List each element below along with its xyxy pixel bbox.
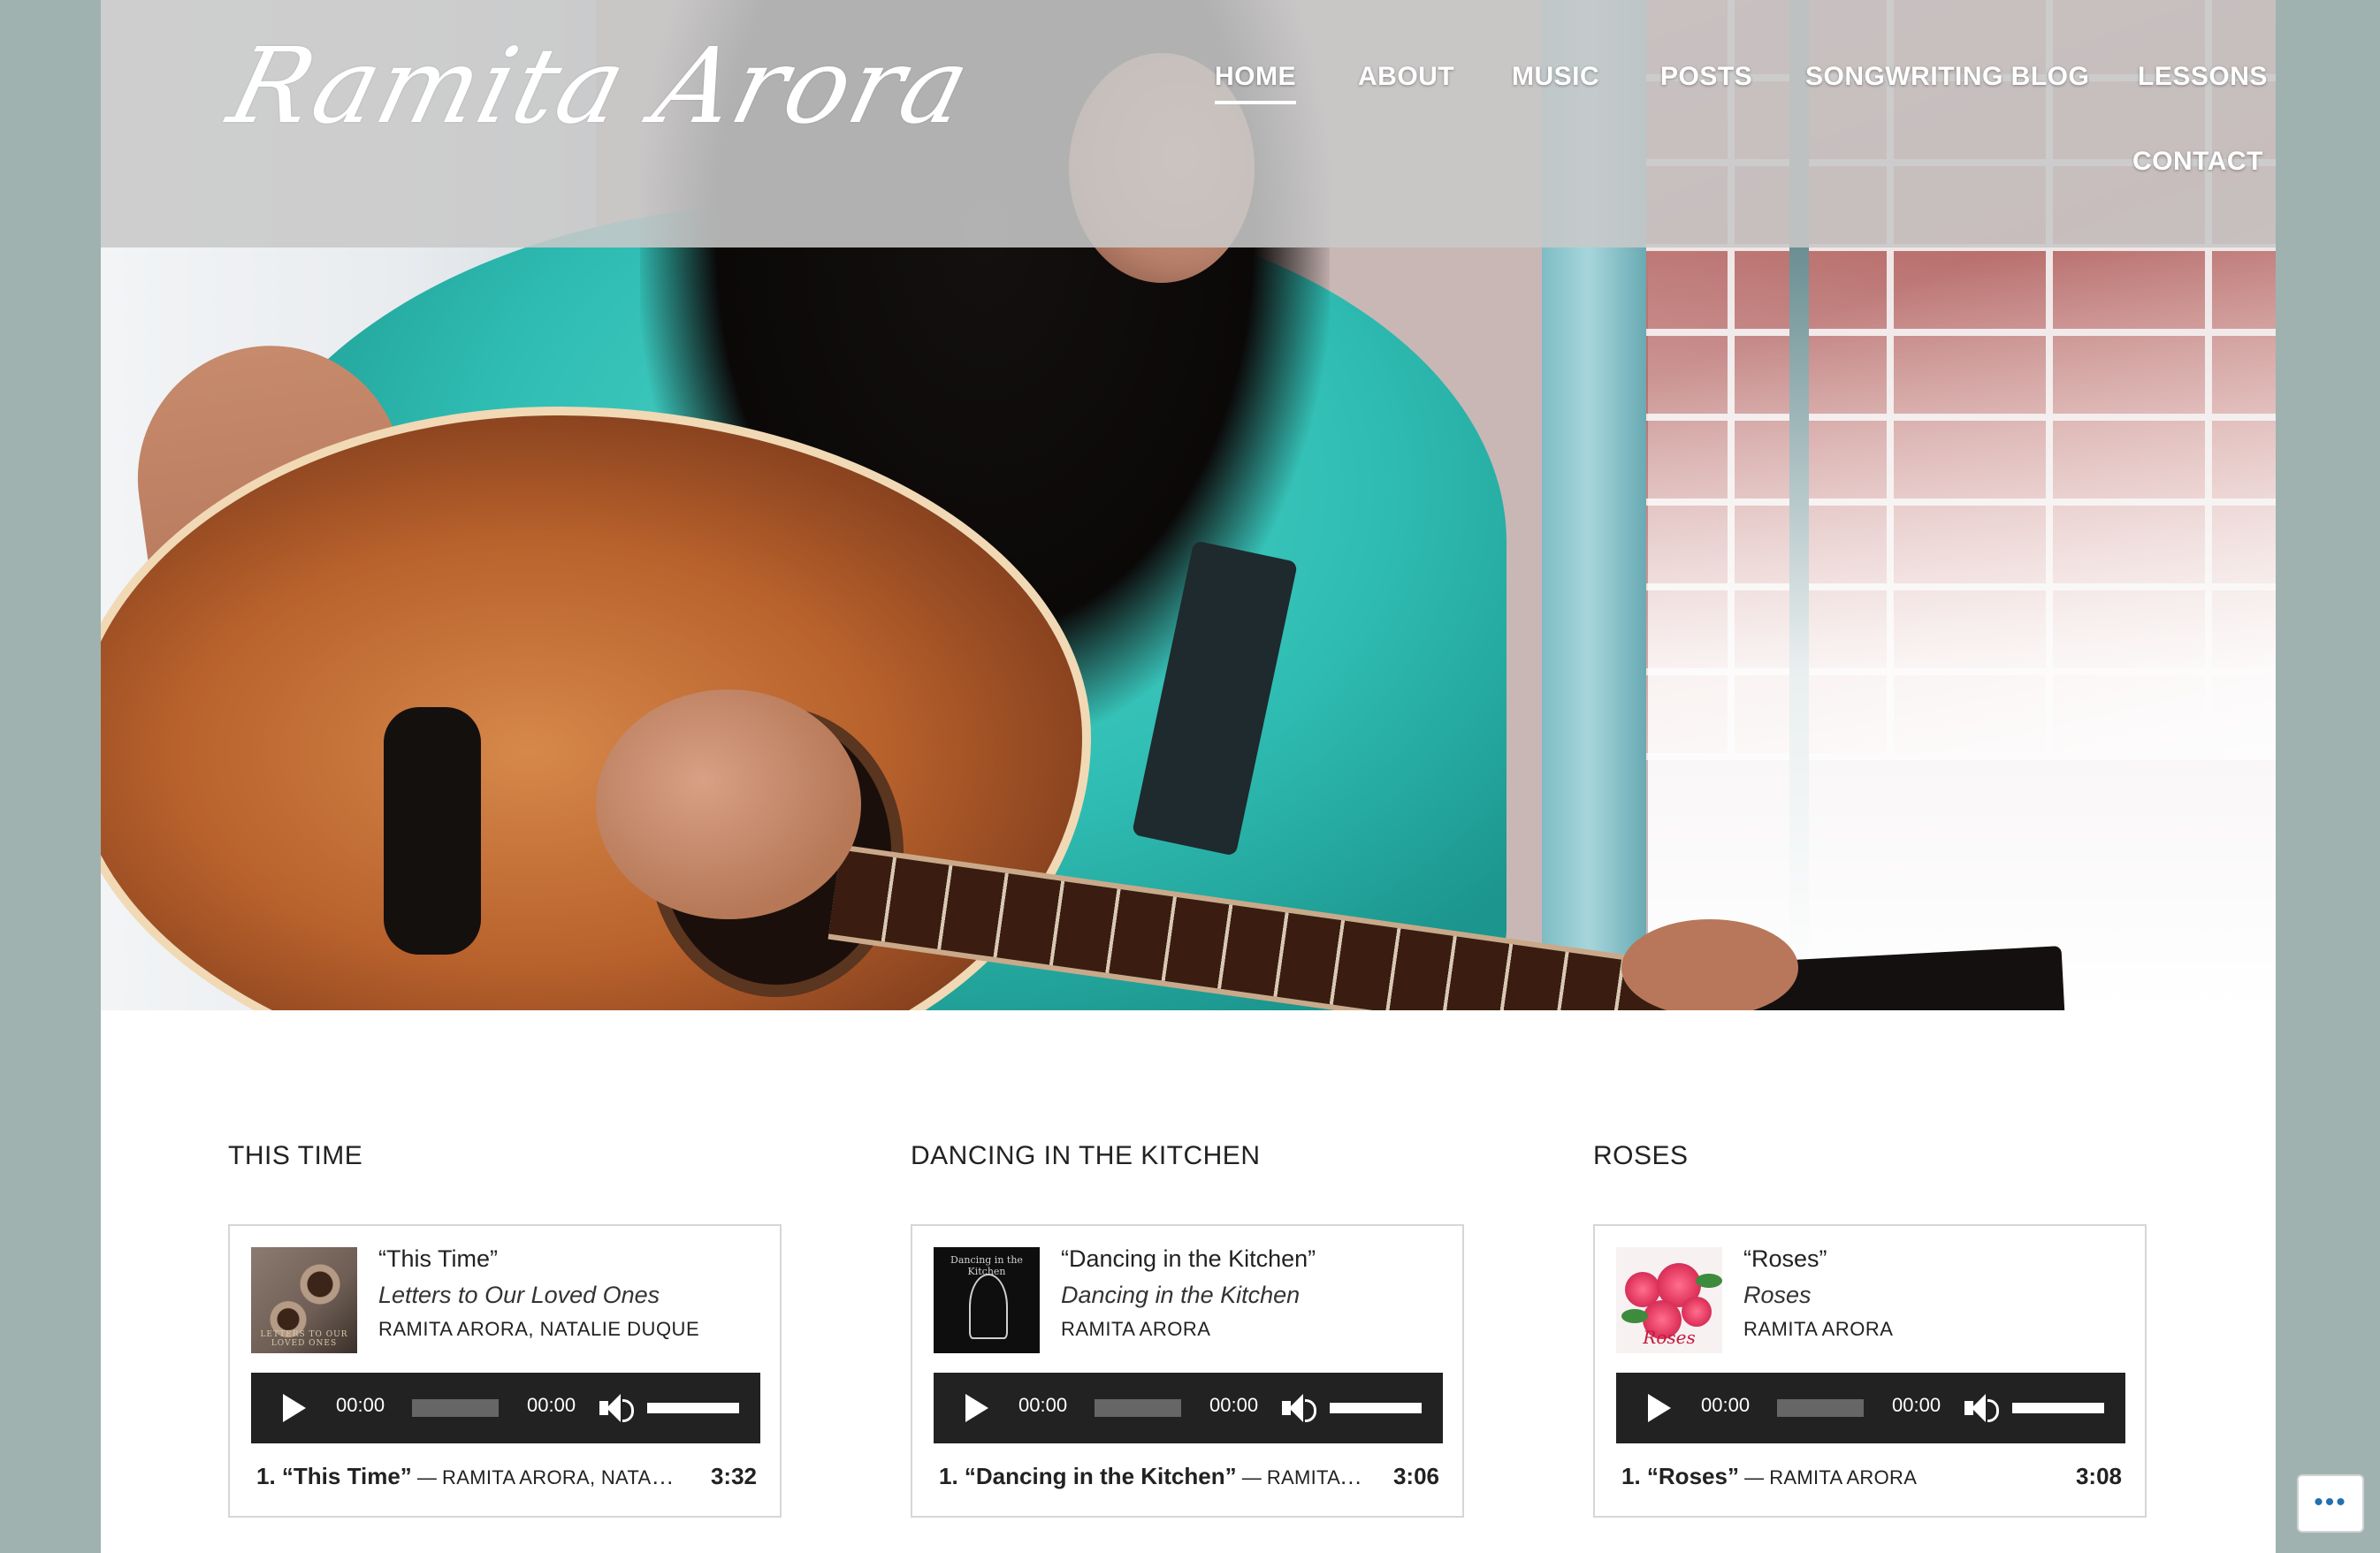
- artist-name: RAMITA ARORA, NATALIE DUQUE: [378, 1318, 700, 1340]
- volume-icon[interactable]: [1964, 1392, 2000, 1424]
- volume-icon[interactable]: [599, 1392, 635, 1424]
- current-time: 00:00: [336, 1394, 385, 1416]
- track-title: 1. “This Time”: [256, 1463, 412, 1489]
- playlist-track[interactable]: 1. “This Time” — RAMITA ARORA, NATALIE D…: [256, 1463, 757, 1498]
- song-title: “This Time”: [378, 1245, 498, 1272]
- album-cover: Dancing in the Kitchen: [934, 1247, 1040, 1353]
- audio-controls: 00:00 00:00: [1616, 1373, 2125, 1443]
- volume-slider[interactable]: [2012, 1403, 2104, 1413]
- site-logo[interactable]: Ramita Arora: [218, 25, 983, 147]
- track-meta: “Roses” Roses RAMITA ARORA: [1743, 1245, 2136, 1341]
- hero-image: Ramita Arora HOME ABOUT MUSIC POSTS SONG…: [101, 0, 2276, 1010]
- main-nav: HOME ABOUT MUSIC POSTS SONGWRITING BLOG …: [1073, 53, 2276, 230]
- audio-controls: 00:00 00:00: [934, 1373, 1443, 1443]
- duration-time: 00:00: [1209, 1394, 1259, 1416]
- widget-title: DANCING IN THE KITCHEN: [911, 1141, 1261, 1170]
- playlist-track[interactable]: 1. “Roses” — RAMITA ARORA 3:08: [1621, 1463, 2122, 1498]
- track-length: 3:06: [1392, 1463, 1439, 1489]
- track-length: 3:08: [2075, 1463, 2122, 1489]
- play-icon[interactable]: [283, 1394, 306, 1422]
- site-header: Ramita Arora HOME ABOUT MUSIC POSTS SONG…: [101, 0, 2276, 247]
- audio-playlist: LETTERS TO OUR LOVED ONES “This Time” Le…: [228, 1224, 782, 1518]
- album-cover: LETTERS TO OUR LOVED ONES: [251, 1247, 357, 1353]
- track-meta: “This Time” Letters to Our Loved Ones RA…: [378, 1245, 771, 1341]
- play-icon[interactable]: [1648, 1394, 1671, 1422]
- widget-title: ROSES: [1593, 1141, 1689, 1170]
- progress-bar[interactable]: [1095, 1399, 1181, 1417]
- nav-music[interactable]: MUSIC: [1512, 62, 1599, 92]
- audio-playlist: Dancing in the Kitchen “Dancing in the K…: [911, 1224, 1464, 1518]
- nav-about[interactable]: ABOUT: [1358, 62, 1454, 92]
- artist-name: RAMITA ARORA: [1061, 1318, 1211, 1340]
- nav-contact[interactable]: CONTACT: [2132, 147, 2263, 177]
- progress-bar[interactable]: [1777, 1399, 1864, 1417]
- progress-bar[interactable]: [412, 1399, 499, 1417]
- audio-playlist: Roses “Roses” Roses RAMITA ARORA 00:00 0…: [1593, 1224, 2147, 1518]
- duration-time: 00:00: [527, 1394, 576, 1416]
- current-time: 00:00: [1701, 1394, 1751, 1416]
- album-title: Roses: [1743, 1282, 1812, 1308]
- track-meta: “Dancing in the Kitchen” Dancing in the …: [1061, 1245, 1453, 1341]
- track-artists: RAMITA ARORA, NATALIE DUQUE: [442, 1466, 681, 1488]
- playlist-track[interactable]: 1. “Dancing in the Kitchen” — RAMITA ARO…: [939, 1463, 1439, 1498]
- song-title: “Roses”: [1743, 1245, 1827, 1272]
- nav-songwriting-blog[interactable]: SONGWRITING BLOG: [1805, 62, 2089, 92]
- track-artists: RAMITA ARORA: [1266, 1466, 1363, 1488]
- volume-slider[interactable]: [647, 1403, 739, 1413]
- nav-home[interactable]: HOME: [1215, 62, 1296, 104]
- song-title: “Dancing in the Kitchen”: [1061, 1245, 1316, 1272]
- track-artists: RAMITA ARORA: [1769, 1466, 1918, 1488]
- current-time: 00:00: [1018, 1394, 1068, 1416]
- track-title: 1. “Roses”: [1621, 1463, 1739, 1489]
- music-widgets: THIS TIME LETTERS TO OUR LOVED ONES “Thi…: [101, 1010, 2276, 1553]
- play-icon[interactable]: [965, 1394, 988, 1422]
- duration-time: 00:00: [1892, 1394, 1941, 1416]
- track-length: 3:32: [710, 1463, 757, 1489]
- audio-controls: 00:00 00:00: [251, 1373, 760, 1443]
- nav-lessons[interactable]: LESSONS: [2138, 62, 2268, 92]
- ellipsis-icon: •••: [2314, 1488, 2347, 1517]
- site-container: Ramita Arora HOME ABOUT MUSIC POSTS SONG…: [101, 0, 2276, 1553]
- volume-icon[interactable]: [1282, 1392, 1317, 1424]
- artist-name: RAMITA ARORA: [1743, 1318, 1894, 1340]
- album-cover: Roses: [1616, 1247, 1722, 1353]
- album-title: Letters to Our Loved Ones: [378, 1282, 660, 1308]
- widget-title: THIS TIME: [228, 1141, 363, 1170]
- album-title: Dancing in the Kitchen: [1061, 1282, 1301, 1308]
- nav-posts[interactable]: POSTS: [1660, 62, 1752, 92]
- volume-slider[interactable]: [1330, 1403, 1422, 1413]
- more-options-button[interactable]: •••: [2297, 1474, 2364, 1533]
- track-title: 1. “Dancing in the Kitchen”: [939, 1463, 1237, 1489]
